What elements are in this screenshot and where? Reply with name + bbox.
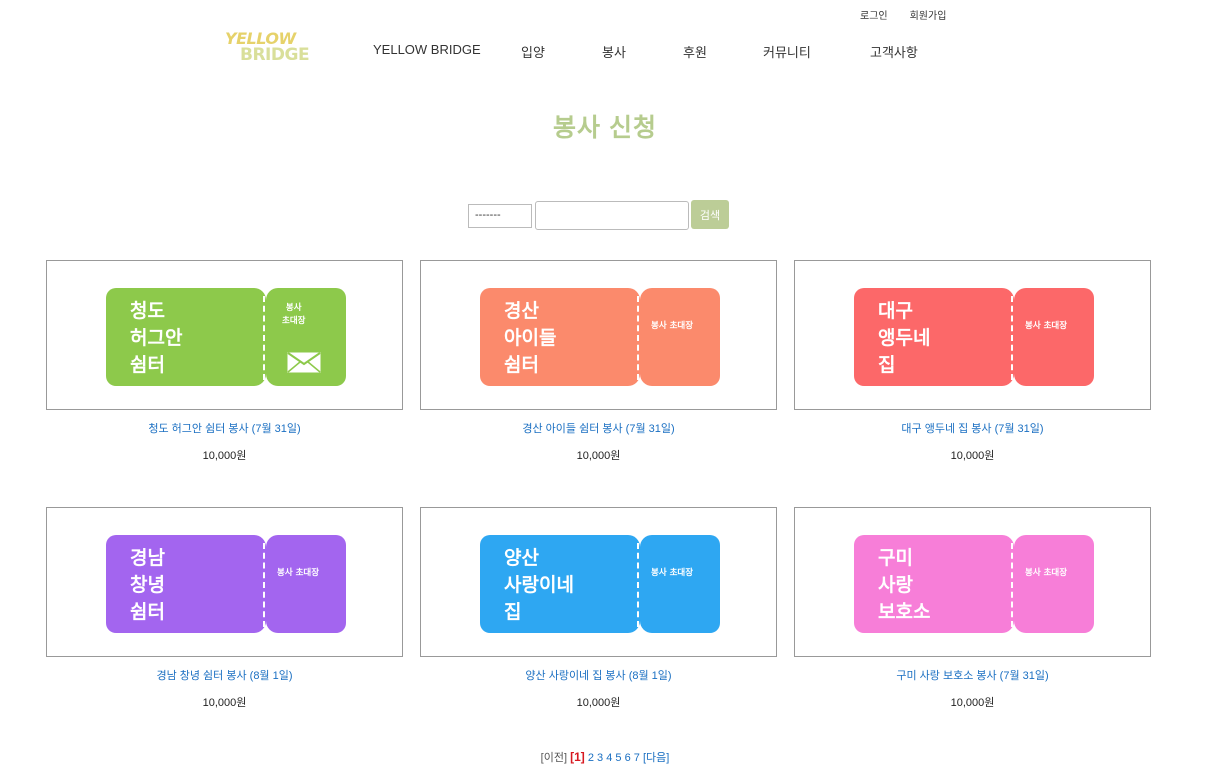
ticket-shelter-name: 청도 허그안 쉼터 (130, 300, 183, 376)
pagination-page[interactable]: 6 (625, 752, 631, 764)
main-nav: YELLOW BRIDGE 입양 봉사 후원 커뮤니티 고객사항 (0, 42, 1210, 60)
ticket-stub-text: 봉사 초대장 (1025, 321, 1068, 331)
search-input[interactable] (535, 201, 689, 230)
ticket-perforation (263, 543, 265, 627)
volunteer-card[interactable]: 양산 사랑이네 집 봉사 초대장양산 사랑이네 집 봉사 (8월 1일) 10,00… (420, 507, 777, 709)
card-thumbnail[interactable]: 경산 아이들 쉼터 봉사 초대장 (420, 260, 777, 410)
card-thumbnail[interactable]: 경남 창녕 쉼터 봉사 초대장 (46, 507, 403, 657)
volunteer-card[interactable]: 구미 사랑 보호소 봉사 초대장구미 사랑 보호소 봉사 (7월 31일) 10,0… (794, 507, 1151, 709)
ticket-image: 양산 사랑이네 집 봉사 초대장 (480, 535, 720, 633)
pagination: [이전] [1] 2 3 4 5 6 7 [다음] (0, 749, 1210, 765)
ticket-image: 대구 앵두네 집 봉사 초대장 (854, 288, 1094, 386)
nav-item-adoption[interactable]: 입양 (521, 42, 545, 61)
ticket-stub-text: 봉사 초대장 (277, 568, 320, 578)
pagination-current: [1] (570, 750, 585, 764)
nav-item-community[interactable]: 커뮤니티 (763, 42, 811, 61)
pagination-page[interactable]: 3 (597, 752, 603, 764)
search-category-select[interactable]: ------- (468, 204, 532, 228)
card-title-link[interactable]: 양산 사랑이네 집 봉사 (8월 1일) (420, 667, 777, 683)
ticket-stub (640, 288, 720, 386)
pagination-prev[interactable]: [이전] (541, 752, 567, 764)
nav-item-customer[interactable]: 고객사항 (870, 42, 918, 61)
pagination-page[interactable]: 5 (615, 752, 621, 764)
volunteer-card[interactable]: 경남 창녕 쉼터 봉사 초대장경남 창녕 쉼터 봉사 (8월 1일) 10,000원 (46, 507, 403, 709)
pagination-page[interactable]: 4 (606, 752, 612, 764)
search-button[interactable]: 검색 (691, 200, 729, 229)
ticket-stub (266, 535, 346, 633)
ticket-stub (1014, 535, 1094, 633)
ticket-image: 경남 창녕 쉼터 봉사 초대장 (106, 535, 346, 633)
ticket-stub-text: 봉사 초대장 (282, 303, 306, 326)
ticket-stub-text: 봉사 초대장 (651, 568, 694, 578)
card-price: 10,000원 (950, 450, 995, 462)
card-thumbnail[interactable]: 양산 사랑이네 집 봉사 초대장 (420, 507, 777, 657)
card-thumbnail[interactable]: 대구 앵두네 집 봉사 초대장 (794, 260, 1151, 410)
ticket-stub (1014, 288, 1094, 386)
card-title-link[interactable]: 청도 허그안 쉼터 봉사 (7월 31일) (46, 420, 403, 436)
ticket-shelter-name: 대구 앵두네 집 (878, 300, 931, 376)
ticket-perforation (637, 543, 639, 627)
card-price: 10,000원 (576, 450, 621, 462)
ticket-perforation (1011, 543, 1013, 627)
ticket-shelter-name: 경남 창녕 쉼터 (130, 547, 165, 623)
card-thumbnail[interactable]: 구미 사랑 보호소 봉사 초대장 (794, 507, 1151, 657)
signup-link[interactable]: 회원가입 (910, 7, 947, 22)
card-price: 10,000원 (202, 697, 247, 709)
ticket-stub (640, 535, 720, 633)
card-title-link[interactable]: 경남 창녕 쉼터 봉사 (8월 1일) (46, 667, 403, 683)
pagination-page[interactable]: 2 (588, 752, 594, 764)
ticket-perforation (1011, 296, 1013, 380)
login-link[interactable]: 로그인 (860, 7, 888, 22)
top-links: 로그인 회원가입 (860, 7, 946, 22)
volunteer-card[interactable]: 대구 앵두네 집 봉사 초대장대구 앵두네 집 봉사 (7월 31일) 10,000… (794, 260, 1151, 462)
card-title-link[interactable]: 대구 앵두네 집 봉사 (7월 31일) (794, 420, 1151, 436)
pagination-next[interactable]: [다음] (643, 752, 669, 764)
ticket-image: 구미 사랑 보호소 봉사 초대장 (854, 535, 1094, 633)
ticket-perforation (263, 296, 265, 380)
card-price: 10,000원 (950, 697, 995, 709)
nav-item-volunteer[interactable]: 봉사 (602, 42, 626, 61)
nav-item-sponsor[interactable]: 후원 (683, 42, 707, 61)
pagination-page[interactable]: 7 (634, 752, 640, 764)
volunteer-card[interactable]: 청도 허그안 쉼터 봉사 초대장청도 허그안 쉼터 봉사 (7월 31일) 10,0… (46, 260, 403, 462)
card-price: 10,000원 (576, 697, 621, 709)
ticket-perforation (637, 296, 639, 380)
ticket-shelter-name: 경산 아이들 쉼터 (504, 300, 557, 376)
card-thumbnail[interactable]: 청도 허그안 쉼터 봉사 초대장 (46, 260, 403, 410)
envelope-icon (287, 352, 321, 373)
ticket-shelter-name: 양산 사랑이네 집 (504, 547, 574, 623)
card-title-link[interactable]: 구미 사랑 보호소 봉사 (7월 31일) (794, 667, 1151, 683)
page-title: 봉사 신청 (553, 114, 657, 142)
card-price: 10,000원 (202, 450, 247, 462)
ticket-shelter-name: 구미 사랑 보호소 (878, 547, 931, 623)
card-title-link[interactable]: 경산 아이들 쉼터 봉사 (7월 31일) (420, 420, 777, 436)
ticket-stub-text: 봉사 초대장 (651, 321, 694, 331)
nav-item-yellow-bridge[interactable]: YELLOW BRIDGE (373, 42, 481, 57)
ticket-image: 경산 아이들 쉼터 봉사 초대장 (480, 288, 720, 386)
ticket-image: 청도 허그안 쉼터 봉사 초대장 (106, 288, 346, 386)
ticket-stub-text: 봉사 초대장 (1025, 568, 1068, 578)
volunteer-card[interactable]: 경산 아이들 쉼터 봉사 초대장경산 아이들 쉼터 봉사 (7월 31일) 10,0… (420, 260, 777, 462)
